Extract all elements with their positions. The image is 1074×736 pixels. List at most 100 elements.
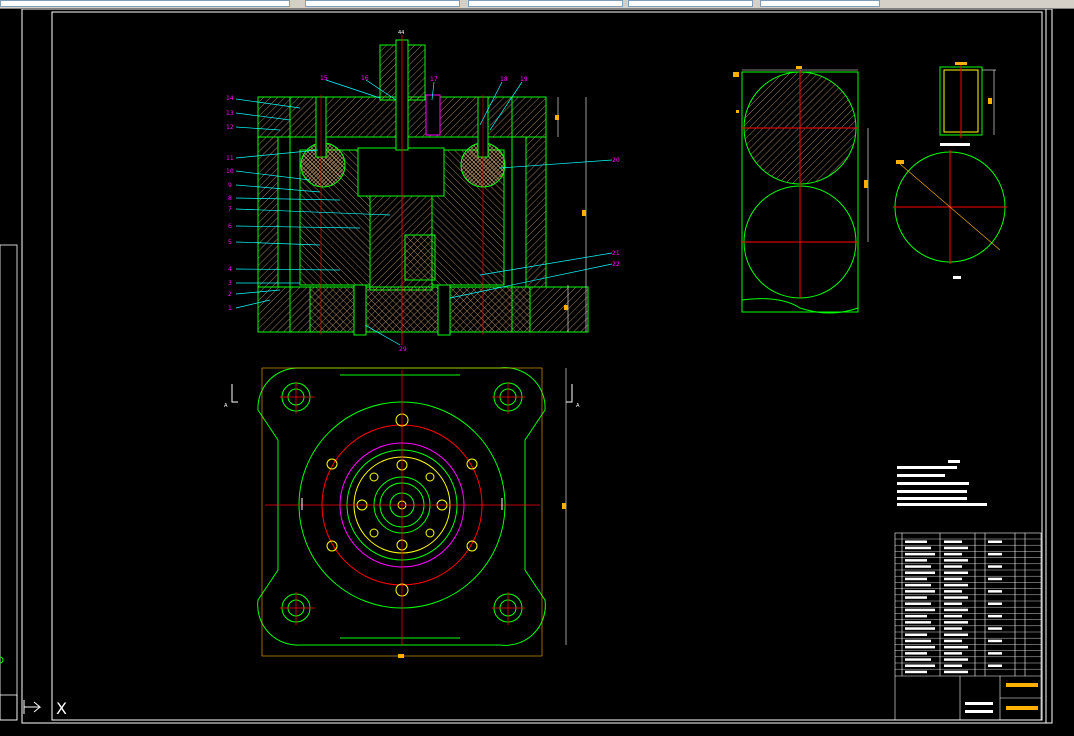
bom-cell-material (944, 546, 968, 550)
left-part-labels: 14 13 12 11 10 9 8 7 6 5 4 3 2 1 (226, 95, 234, 312)
bom-cell-material (944, 583, 968, 587)
part-label-8: 8 (228, 195, 232, 202)
bom-cell-name (905, 559, 927, 562)
cad-drawing[interactable]: X 44 29 14 13 12 11 10 9 8 7 6 5 4 3 2 1… (0, 8, 1074, 732)
bom-cell-material (944, 602, 962, 605)
bom-cell-note (988, 565, 1002, 568)
bom-cell-material (944, 645, 968, 649)
part-label-7: 7 (228, 206, 232, 213)
section-top-mark: 44 (398, 30, 404, 36)
bom-cell-name (905, 565, 931, 568)
toolbar-strip (0, 0, 1074, 9)
section-marker-left: A (224, 403, 228, 409)
bom-cell-name (905, 583, 931, 587)
layer-dropdown[interactable] (0, 0, 290, 7)
part-label-17: 17 (430, 76, 438, 83)
bom-cell-material (944, 627, 962, 630)
bom-cell-note (988, 590, 1002, 593)
plan-view[interactable]: A A (224, 367, 580, 658)
part-label-1: 1 (228, 305, 232, 312)
part-label-16: 16 (361, 75, 369, 82)
part-label-5: 5 (228, 239, 232, 246)
bom-cell-name (905, 652, 927, 655)
bom-cell-material (944, 621, 968, 624)
bom-cell-material (944, 658, 968, 661)
sleeve-detail-view[interactable] (939, 62, 996, 146)
bom-cell-name (905, 546, 931, 550)
bom-cell-material (944, 552, 962, 556)
bom-cell-name (905, 621, 931, 624)
bom-cell-name (905, 670, 927, 674)
drawing-canvas[interactable]: X 44 29 14 13 12 11 10 9 8 7 6 5 4 3 2 1… (0, 8, 1074, 732)
plotstyle-dropdown[interactable] (760, 0, 880, 7)
part-label-19: 19 (520, 76, 528, 83)
bom-cell-name (905, 590, 935, 593)
bom-cell-material (944, 608, 968, 612)
bom-cell-name (905, 596, 927, 599)
part-label-15: 15 (320, 75, 328, 82)
bom-cell-name (905, 639, 931, 643)
color-dropdown[interactable] (628, 0, 753, 7)
part-detail-view[interactable] (733, 66, 869, 314)
technical-notes (897, 460, 987, 506)
bom-cell-note (988, 577, 1002, 581)
part-label-10: 10 (226, 168, 234, 175)
part-label-13: 13 (226, 110, 234, 117)
bom-cell-name (905, 645, 935, 649)
bom-cell-name (905, 608, 935, 612)
bom-cell-note (988, 552, 1002, 556)
bom-cell-material (944, 652, 962, 655)
bom-cell-note (988, 639, 1002, 643)
bom-cell-name (905, 658, 931, 661)
left-side-panel (0, 244, 18, 721)
bom-cell-note (988, 540, 1002, 543)
bom-cell-name (905, 664, 935, 667)
bom-cell-material (944, 664, 962, 667)
part-label-21: 21 (612, 250, 620, 257)
bom-cell-material (944, 559, 968, 562)
bom-cell-note (988, 627, 1002, 630)
part-label-18: 18 (500, 76, 508, 83)
bom-cell-name (905, 540, 927, 543)
linetype-dropdown[interactable] (305, 0, 460, 7)
right-part-labels: 20 21 22 (612, 157, 620, 268)
part-label-4: 4 (228, 266, 232, 273)
bom-cell-name (905, 633, 927, 636)
bom-cell-name (905, 571, 935, 574)
part-label-14: 14 (226, 95, 234, 102)
part-label-20: 20 (612, 157, 620, 164)
section-view[interactable]: 44 29 14 13 12 11 10 9 8 7 6 5 4 3 2 1 1… (226, 30, 620, 353)
bom-cell-material (944, 565, 962, 568)
bom-cell-material (944, 614, 962, 618)
bom-cell-name (905, 577, 927, 581)
bom-cell-material (944, 633, 968, 636)
disc-detail-view[interactable] (893, 150, 1007, 279)
bom-cell-material (944, 596, 968, 599)
bom-cell-note (988, 602, 1002, 605)
part-label-12: 12 (226, 124, 234, 131)
bom-text-fills (905, 540, 1002, 674)
bom-cell-note (988, 614, 1002, 618)
ucs-x-label: X (56, 699, 67, 718)
part-label-11: 11 (226, 155, 234, 162)
ucs-icon: X (23, 699, 67, 718)
part-label-22: 22 (612, 261, 620, 268)
section-marker-right: A (576, 403, 580, 409)
bom-cell-material (944, 571, 968, 574)
bom-cell-material (944, 670, 968, 674)
bom-cell-name (905, 614, 927, 618)
part-label-2: 2 (228, 291, 232, 298)
bom-cell-note (988, 664, 1002, 667)
part-label-3: 3 (228, 280, 232, 287)
bom-cell-material (944, 577, 962, 581)
bom-cell-material (944, 540, 962, 543)
bom-cell-name (905, 627, 935, 630)
bom-cell-material (944, 590, 962, 593)
bom-cell-name (905, 602, 931, 605)
bom-cell-material (944, 639, 962, 643)
section-bottom-mark: 29 (399, 346, 407, 353)
lineweight-dropdown[interactable] (468, 0, 623, 7)
bom-cell-note (988, 652, 1002, 655)
part-label-6: 6 (228, 223, 232, 230)
bom-cell-name (905, 552, 935, 556)
